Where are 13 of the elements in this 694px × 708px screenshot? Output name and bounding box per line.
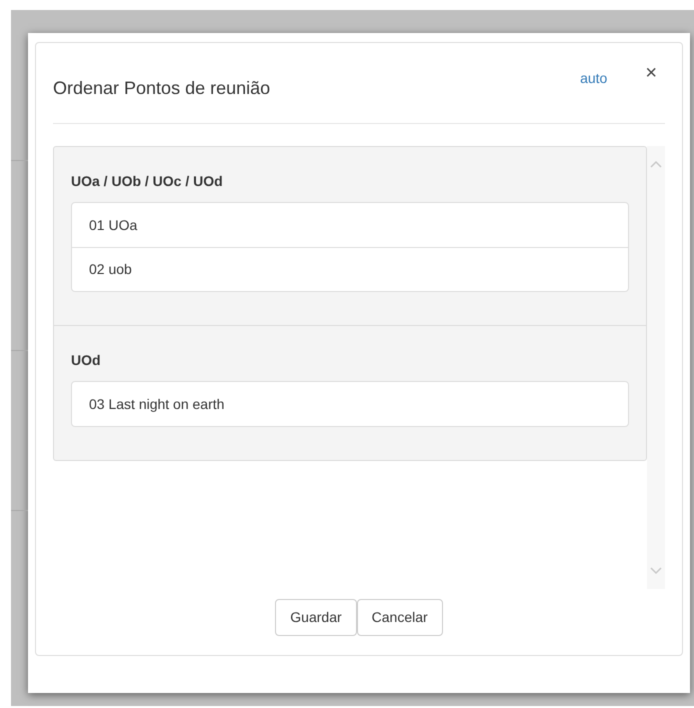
dialog-title: Ordenar Pontos de reunião [53, 77, 272, 100]
cancel-button[interactable]: Cancelar [356, 599, 443, 636]
auto-link[interactable]: auto [580, 68, 608, 89]
list-item[interactable]: 03 Last night on earth [72, 382, 628, 426]
save-button[interactable]: Guardar [275, 599, 357, 636]
list-item[interactable]: 02 uob [72, 247, 628, 291]
scroll-up-icon[interactable] [650, 160, 662, 168]
close-button[interactable]: × [645, 63, 657, 83]
scroll-down-icon[interactable] [650, 567, 662, 575]
group-heading: UOd [71, 351, 102, 370]
list-item[interactable]: 01 UOa [72, 203, 628, 247]
group-heading: UOa / UOb / UOc / UOd [71, 172, 224, 191]
scrollbar[interactable] [647, 146, 665, 589]
